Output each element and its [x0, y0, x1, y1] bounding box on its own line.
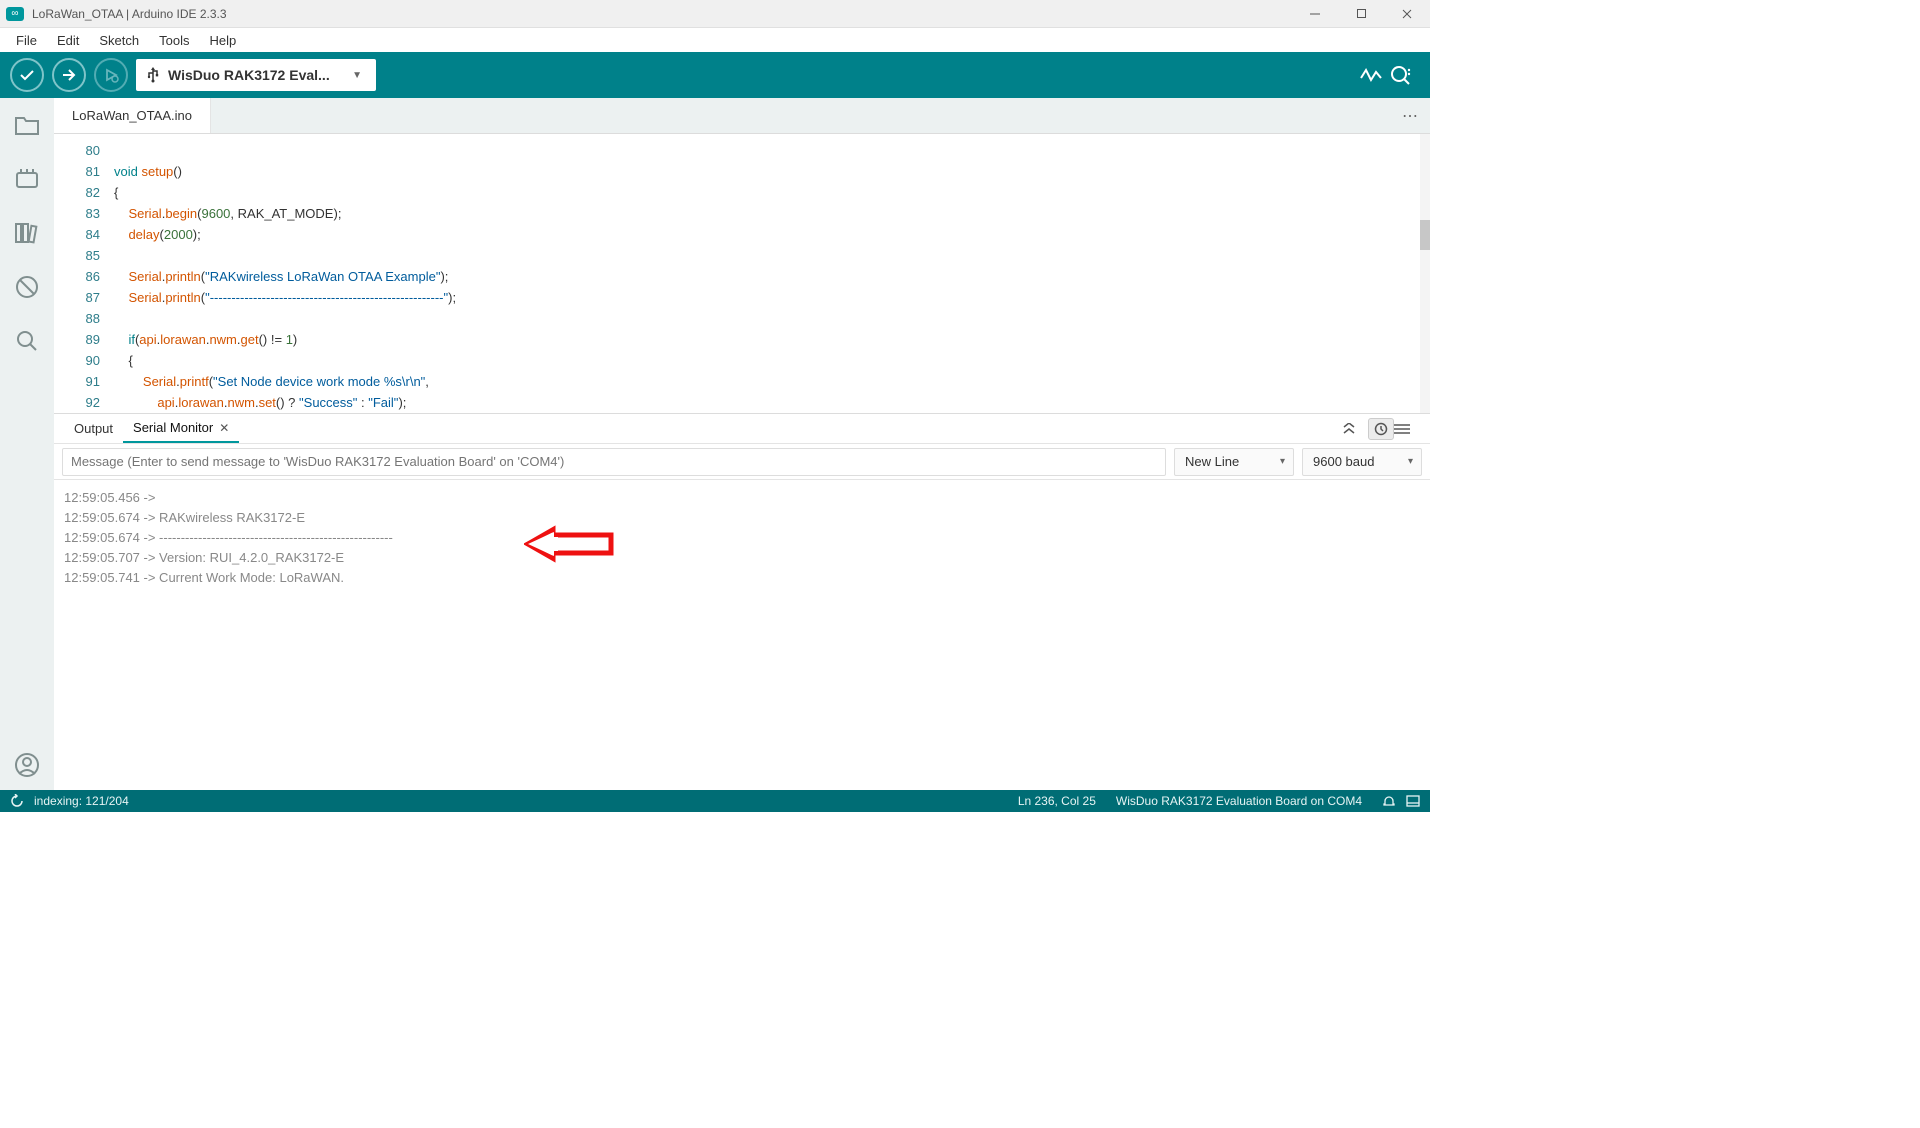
line-ending-select[interactable]: New Line — [1174, 448, 1294, 476]
file-tab[interactable]: LoRaWan_OTAA.ino — [54, 98, 211, 133]
serial-input-row: New Line 9600 baud — [54, 444, 1430, 480]
usb-icon — [146, 67, 160, 83]
debug-icon[interactable] — [10, 270, 44, 304]
panel-toggle-icon[interactable] — [1406, 795, 1420, 807]
menu-sketch[interactable]: Sketch — [91, 31, 147, 50]
window-minimize-button[interactable] — [1292, 0, 1338, 28]
serial-monitor-tab[interactable]: Serial Monitor ✕ — [123, 414, 239, 443]
sync-icon[interactable] — [10, 794, 24, 808]
annotation-arrow-icon — [524, 522, 614, 566]
serial-monitor-button[interactable] — [1390, 65, 1420, 85]
editor-scrollbar[interactable] — [1420, 134, 1430, 413]
window-maximize-button[interactable] — [1338, 0, 1384, 28]
close-icon[interactable]: ✕ — [219, 421, 229, 435]
output-tab[interactable]: Output — [64, 414, 123, 443]
status-cursor[interactable]: Ln 236, Col 25 — [1018, 794, 1096, 808]
serial-output[interactable]: 12:59:05.456 -> 12:59:05.674 -> RAKwirel… — [54, 480, 1430, 790]
clear-output-icon[interactable] — [1394, 423, 1420, 435]
editor-tabs: LoRaWan_OTAA.ino ⋯ — [54, 98, 1430, 134]
code-editor[interactable]: 80818283848586878889909192 void setup(){… — [54, 134, 1430, 414]
timestamp-toggle-icon[interactable] — [1368, 418, 1394, 440]
chevron-down-icon: ▼ — [352, 70, 362, 81]
status-board[interactable]: WisDuo RAK3172 Evaluation Board on COM4 — [1116, 794, 1362, 808]
window-close-button[interactable] — [1384, 0, 1430, 28]
menubar: File Edit Sketch Tools Help — [0, 28, 1430, 52]
window-titlebar: LoRaWan_OTAA | Arduino IDE 2.3.3 — [0, 0, 1430, 28]
app-icon — [6, 7, 24, 21]
menu-tools[interactable]: Tools — [151, 31, 197, 50]
serial-message-input[interactable] — [62, 448, 1166, 476]
debug-button[interactable] — [94, 58, 128, 92]
panel-expand-icon[interactable] — [1342, 423, 1368, 435]
board-selector-label: WisDuo RAK3172 Eval... — [168, 67, 330, 83]
upload-button[interactable] — [52, 58, 86, 92]
verify-button[interactable] — [10, 58, 44, 92]
bottom-panel-tabs: Output Serial Monitor ✕ — [54, 414, 1430, 444]
sketchbook-icon[interactable] — [10, 108, 44, 142]
account-icon[interactable] — [10, 748, 44, 782]
menu-file[interactable]: File — [8, 31, 45, 50]
library-manager-icon[interactable] — [10, 216, 44, 250]
code-content[interactable]: void setup(){ Serial.begin(9600, RAK_AT_… — [114, 134, 1430, 413]
tab-overflow-button[interactable]: ⋯ — [1390, 98, 1430, 133]
board-selector[interactable]: WisDuo RAK3172 Eval... ▼ — [136, 59, 376, 91]
serial-plotter-button[interactable] — [1360, 66, 1390, 84]
line-gutter: 80818283848586878889909192 — [54, 134, 114, 413]
baud-rate-select[interactable]: 9600 baud — [1302, 448, 1422, 476]
toolbar: WisDuo RAK3172 Eval... ▼ — [0, 52, 1430, 98]
file-tab-label: LoRaWan_OTAA.ino — [72, 108, 192, 123]
boards-manager-icon[interactable] — [10, 162, 44, 196]
status-bar: indexing: 121/204 Ln 236, Col 25 WisDuo … — [0, 790, 1430, 812]
window-title: LoRaWan_OTAA | Arduino IDE 2.3.3 — [32, 7, 1292, 21]
status-indexing: indexing: 121/204 — [34, 794, 129, 808]
activity-bar — [0, 98, 54, 790]
menu-edit[interactable]: Edit — [49, 31, 87, 50]
notifications-icon[interactable] — [1382, 794, 1396, 808]
search-icon[interactable] — [10, 324, 44, 358]
menu-help[interactable]: Help — [201, 31, 244, 50]
